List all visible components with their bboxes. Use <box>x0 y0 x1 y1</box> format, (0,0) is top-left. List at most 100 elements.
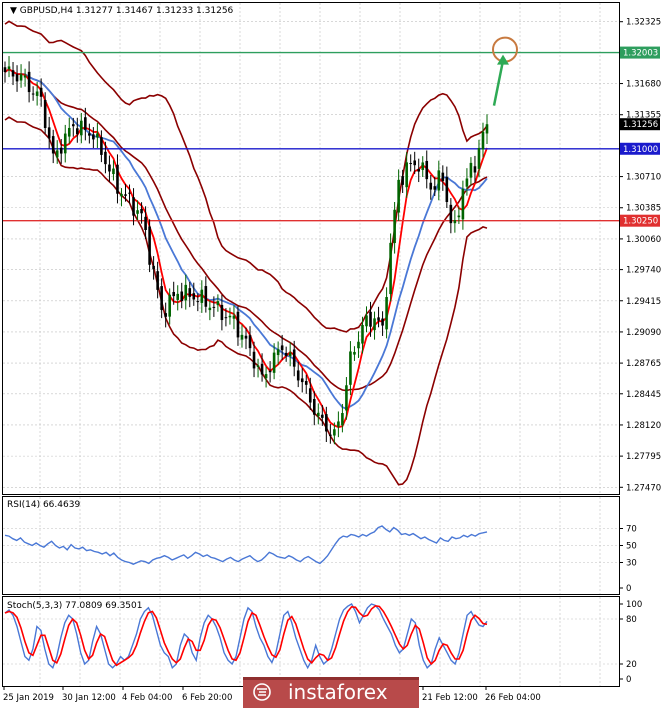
time-tick-label: 30 Jan 12:00 <box>62 693 116 703</box>
candle-body <box>244 335 248 339</box>
candle-body <box>288 352 292 357</box>
candle-body <box>292 349 296 367</box>
candle-body <box>397 179 400 213</box>
rsi-tick-label: 30 <box>626 559 637 569</box>
rsi-title: RSI(14) 66.4639 <box>7 500 80 510</box>
candle-body <box>196 301 200 303</box>
candle-body <box>43 99 47 128</box>
price-tick-label: 1.29415 <box>626 297 661 307</box>
stoch-main-line <box>4 603 488 670</box>
candle-body <box>228 315 232 318</box>
price-axis: 1.323251.316801.313551.307101.303851.300… <box>619 18 661 493</box>
candle-body <box>140 208 143 214</box>
candle-body <box>31 93 35 95</box>
price-tick-label: 1.28445 <box>626 390 661 400</box>
stoch-tick-label: 0 <box>626 675 631 685</box>
candle-body <box>104 151 107 165</box>
candle-body <box>188 288 192 297</box>
price-tick-label: 1.27795 <box>626 452 661 462</box>
rsi-axis: 70 50 30 0 <box>619 525 637 594</box>
stoch-tick-label: 20 <box>626 660 637 670</box>
candle-body <box>76 128 79 135</box>
candle-body <box>132 197 135 216</box>
candle-body <box>357 341 360 349</box>
candle-body <box>321 414 324 418</box>
candle-body <box>393 209 396 244</box>
candle-body <box>272 352 276 373</box>
rsi-line <box>4 525 488 565</box>
candle-body <box>112 168 115 175</box>
candle-body <box>405 162 408 188</box>
candle-body <box>365 315 368 327</box>
bollinger-bands <box>4 20 488 486</box>
candle-body <box>160 286 163 311</box>
candle-body <box>96 133 99 138</box>
candle-body <box>240 334 244 340</box>
candle-body <box>80 120 83 136</box>
candle-body <box>59 147 63 154</box>
candle-body <box>469 162 473 178</box>
price-tick-label: 1.32325 <box>626 18 661 28</box>
candle-body <box>176 293 180 300</box>
candle-body <box>369 311 372 327</box>
candle-body <box>208 307 212 311</box>
main-panel-frame <box>2 2 620 495</box>
candle-body <box>200 289 204 303</box>
candle-body <box>457 215 461 218</box>
candle-body <box>156 271 159 290</box>
rsi-indicator <box>3 497 619 594</box>
candle-body <box>280 345 284 351</box>
candle-body <box>11 70 15 77</box>
candle-body <box>192 293 196 300</box>
price-tick-label: 1.29740 <box>626 266 661 276</box>
price-tick-label: 1.31680 <box>626 80 661 90</box>
candle-body <box>204 286 208 307</box>
candle-body <box>212 306 216 308</box>
candlesticks <box>3 56 489 445</box>
candle-body <box>373 318 376 331</box>
candle-body <box>325 414 328 432</box>
candle-body <box>461 188 465 220</box>
forecast-arrow-line <box>492 60 505 106</box>
price-tick-label: 1.29090 <box>626 328 661 338</box>
candle-body <box>284 352 288 356</box>
candle-body <box>51 136 55 154</box>
candle-body <box>296 370 300 381</box>
candle-body <box>353 351 356 355</box>
candle-body <box>84 117 87 130</box>
candle-body <box>401 176 404 185</box>
price-tick-label: 1.30385 <box>626 204 661 214</box>
price-tick-label: 1.28120 <box>626 421 661 431</box>
candle-body <box>361 324 364 344</box>
candle-body <box>63 133 67 154</box>
price-grid <box>3 3 619 494</box>
candle-body <box>216 301 220 306</box>
candle-body <box>477 147 481 169</box>
candle-body <box>184 284 188 301</box>
candle-body <box>264 374 268 379</box>
candle-body <box>300 378 304 383</box>
candle-body <box>67 127 71 137</box>
candle-body <box>409 163 412 165</box>
candle-body <box>19 74 23 81</box>
price-tick-label: 1.28765 <box>626 359 661 369</box>
candle-body <box>47 127 51 139</box>
collapse-triangle-icon[interactable]: ▼ <box>10 6 20 16</box>
candle-body <box>55 150 59 158</box>
candle-body <box>429 182 433 190</box>
candle-body <box>168 294 171 317</box>
candle-body <box>23 75 27 78</box>
candle-body <box>485 124 489 134</box>
candle-body <box>39 87 43 97</box>
candle-body <box>3 67 7 73</box>
candle-body <box>333 429 336 436</box>
price-tick-label: 1.30710 <box>626 173 661 183</box>
candle-body <box>381 318 384 326</box>
candle-body <box>308 388 312 403</box>
rsi-tick-label: 50 <box>626 542 637 552</box>
candle-body <box>433 186 437 190</box>
candle-body <box>312 398 316 415</box>
symbol-caption: ▼ GBPUSD,H4 1.31277 1.31467 1.31233 1.31… <box>10 6 234 16</box>
candle-body <box>152 265 155 270</box>
candle-body <box>256 365 260 367</box>
